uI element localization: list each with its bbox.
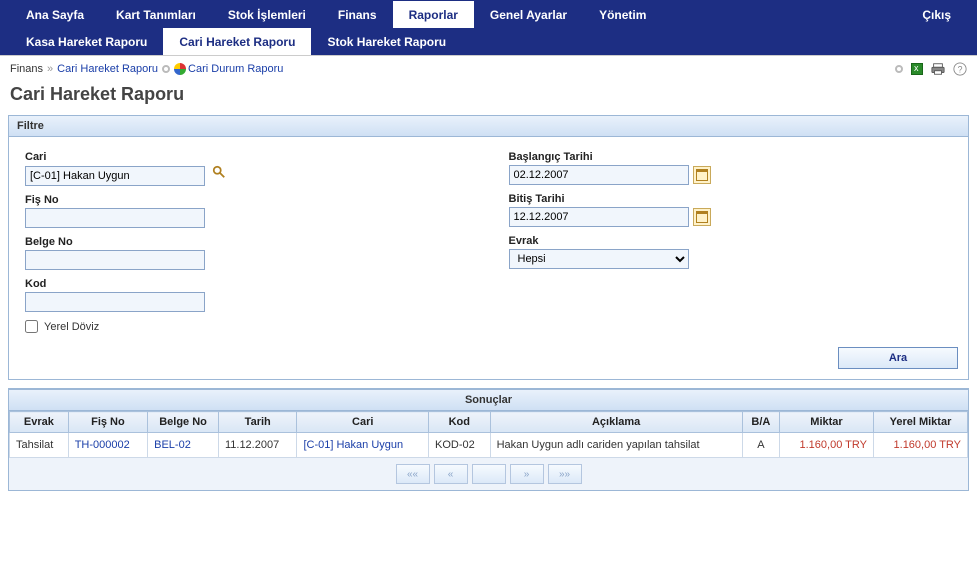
svg-text:?: ? [958,65,963,75]
filter-header: Filtre [9,116,968,137]
col-belgeno[interactable]: Belge No [148,412,219,433]
col-yerel-miktar[interactable]: Yerel Miktar [873,412,967,433]
cell-ba: A [742,433,779,458]
sub-nav: Kasa Hareket Raporu Cari Hareket Raporu … [0,28,977,56]
results-table: Evrak Fiş No Belge No Tarih Cari Kod Açı… [9,411,968,458]
nav-general-settings[interactable]: Genel Ayarlar [474,0,583,28]
crumb-account-movement[interactable]: Cari Hareket Raporu [57,63,158,75]
pager-prev[interactable]: « [434,464,468,484]
col-evrak[interactable]: Evrak [10,412,69,433]
cell-aciklama: Hakan Uygun adlı cariden yapılan tahsila… [490,433,742,458]
nav-card-defs[interactable]: Kart Tanımları [100,0,212,28]
cell-fisno-link[interactable]: TH-000002 [68,433,147,458]
nav-reports[interactable]: Raporlar [393,0,474,28]
table-row: Tahsilat TH-000002 BEL-02 11.12.2007 [C-… [10,433,968,458]
fisno-label: Fiş No [25,194,469,206]
results-panel: Sonuçlar Evrak Fiş No Belge No Tarih Car… [8,388,969,458]
pager-sep [472,464,506,484]
subnav-stock-report[interactable]: Stok Hareket Raporu [311,28,462,55]
nav-stock-ops[interactable]: Stok İşlemleri [212,0,322,28]
cell-kod: KOD-02 [428,433,490,458]
kod-input[interactable] [25,292,205,312]
evrak-label: Evrak [509,235,953,247]
pager: «« « » »» [8,458,969,491]
bitis-input[interactable] [509,207,689,227]
col-cari[interactable]: Cari [297,412,429,433]
nav-spacer [662,0,906,28]
refresh-icon[interactable] [895,65,903,73]
belgeno-input[interactable] [25,250,205,270]
excel-export-icon[interactable] [911,63,923,75]
toolbar: ? [895,62,967,76]
fisno-input[interactable] [25,208,205,228]
evrak-select[interactable]: Hepsi [509,249,689,269]
baslangic-calendar-icon[interactable] [693,166,711,184]
print-icon[interactable] [931,62,945,76]
col-kod[interactable]: Kod [428,412,490,433]
cell-yerel-miktar: 1.160,00 TRY [873,433,967,458]
nav-home[interactable]: Ana Sayfa [10,0,100,28]
crumb-account-status[interactable]: Cari Durum Raporu [188,63,283,75]
cell-tarih: 11.12.2007 [218,433,297,458]
top-nav: Ana Sayfa Kart Tanımları Stok İşlemleri … [0,0,977,28]
baslangic-input[interactable] [509,165,689,185]
report-icon [174,63,186,75]
pager-last[interactable]: »» [548,464,582,484]
crumb-sep-1: » [47,63,53,75]
help-icon[interactable]: ? [953,62,967,76]
cell-evrak: Tahsilat [10,433,69,458]
belgeno-label: Belge No [25,236,469,248]
crumb-finance[interactable]: Finans [10,63,43,75]
cari-lookup-icon[interactable] [212,165,228,181]
subnav-account-report[interactable]: Cari Hareket Raporu [163,28,311,55]
nav-management[interactable]: Yönetim [583,0,662,28]
cell-miktar: 1.160,00 TRY [780,433,874,458]
subnav-cash-report[interactable]: Kasa Hareket Raporu [10,28,163,55]
results-header: Sonuçlar [9,389,968,411]
yerel-doviz-label: Yerel Döviz [44,321,99,333]
kod-label: Kod [25,278,469,290]
cari-input[interactable] [25,166,205,186]
nav-finance[interactable]: Finans [322,0,393,28]
col-miktar[interactable]: Miktar [780,412,874,433]
col-tarih[interactable]: Tarih [218,412,297,433]
cell-belgeno-link[interactable]: BEL-02 [148,433,219,458]
col-fisno[interactable]: Fiş No [68,412,147,433]
col-ba[interactable]: B/A [742,412,779,433]
col-aciklama[interactable]: Açıklama [490,412,742,433]
filter-panel: Filtre Cari Fiş No Belge No Kod [8,115,969,380]
bitis-label: Bitiş Tarihi [509,193,953,205]
ring-icon [162,65,170,73]
search-button[interactable]: Ara [838,347,958,369]
pager-next[interactable]: » [510,464,544,484]
page-title: Cari Hareket Raporu [0,82,977,115]
filter-left-col: Cari Fiş No Belge No Kod Yerel Döviz [25,151,469,333]
breadcrumb: Finans » Cari Hareket Raporu Cari Durum … [0,56,977,82]
filter-right-col: Başlangıç Tarihi Bitiş Tarihi Evrak Heps… [509,151,953,333]
bitis-calendar-icon[interactable] [693,208,711,226]
cari-label: Cari [25,151,469,163]
nav-exit[interactable]: Çıkış [906,0,967,28]
cell-cari-link[interactable]: [C-01] Hakan Uygun [297,433,429,458]
baslangic-label: Başlangıç Tarihi [509,151,953,163]
pager-first[interactable]: «« [396,464,430,484]
yerel-doviz-checkbox[interactable] [25,320,38,333]
